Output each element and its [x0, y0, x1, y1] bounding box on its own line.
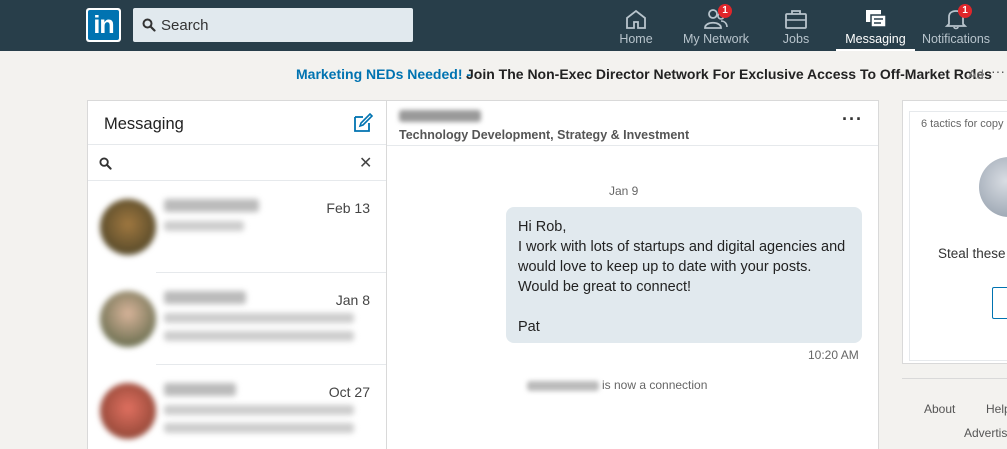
blurred-contact-name[interactable]: [399, 110, 481, 122]
home-icon: [626, 9, 646, 29]
briefcase-icon: [785, 10, 807, 29]
top-nav-bar: in Search Home 1 My Network Jobs Messagi…: [0, 0, 1007, 51]
conversation-item[interactable]: Feb 13: [88, 181, 386, 273]
conversation-item[interactable]: Oct 27: [88, 365, 386, 449]
conversation-date: Jan 8: [335, 292, 370, 308]
nav-home[interactable]: Home: [612, 0, 660, 51]
nav-my-network-label: My Network: [683, 32, 749, 46]
conversation-item[interactable]: Jan 8: [88, 273, 386, 365]
linkedin-logo[interactable]: in: [86, 8, 121, 42]
nav-home-label: Home: [619, 32, 653, 46]
message-text: Hi Rob, I work with lots of startups and…: [518, 219, 846, 335]
messaging-header: Messaging: [88, 101, 386, 145]
clear-search-icon[interactable]: ✕: [359, 153, 372, 173]
blurred-preview: [164, 423, 354, 433]
blurred-contact-name: [164, 383, 236, 396]
blurred-preview: [164, 405, 354, 415]
search-placeholder: Search: [161, 17, 209, 34]
footer-about-link[interactable]: About: [924, 402, 955, 416]
connection-notice: is now a connection: [527, 378, 707, 392]
global-search-input[interactable]: Search: [133, 8, 413, 42]
messaging-icon: [865, 10, 887, 28]
footer-advertising-link[interactable]: Advertis: [964, 426, 1007, 440]
ad-link[interactable]: Marketing NEDs Needed! -: [296, 66, 471, 82]
more-options-button[interactable]: ···: [842, 109, 863, 130]
nav-messaging[interactable]: Messaging: [836, 0, 915, 51]
avatar: [100, 199, 156, 255]
compose-icon[interactable]: [352, 113, 374, 133]
ad-card-inner: [909, 111, 1007, 361]
conversation-panel: Technology Development, Strategy & Inves…: [386, 100, 879, 449]
blurred-preview: [164, 331, 354, 341]
nav-jobs-label: Jobs: [782, 32, 810, 46]
ad-banner: Marketing NEDs Needed! - Join The Non-Ex…: [0, 63, 1007, 84]
search-icon: [99, 157, 112, 170]
logo-text: in: [88, 10, 119, 40]
message-date: Jan 9: [609, 184, 639, 198]
right-rail-ad-card: 6 tactics for copy Steal these: [902, 100, 1007, 364]
blurred-contact-name: [527, 380, 599, 391]
avatar: [100, 291, 156, 347]
avatar: [100, 383, 156, 439]
conversation-date: Oct 27: [328, 384, 370, 400]
footer-help-link[interactable]: Help: [986, 402, 1007, 416]
messaging-list-panel: Messaging ✕ Feb 13 Jan 8 Oct 27: [87, 100, 387, 449]
blurred-contact-name: [164, 199, 259, 212]
conversation-header: Technology Development, Strategy & Inves…: [387, 101, 878, 146]
ad-card-headline: 6 tactics for copy: [921, 118, 1004, 130]
ad-card-button[interactable]: [992, 287, 1007, 319]
blurred-preview: [164, 221, 244, 231]
nav-notifications-label: Notifications: [921, 32, 991, 46]
nav-my-network[interactable]: 1 My Network: [678, 0, 754, 51]
message-bubble: Hi Rob, I work with lots of startups and…: [506, 207, 862, 343]
ad-more-options[interactable]: ···: [991, 63, 1005, 79]
nav-jobs[interactable]: Jobs: [772, 0, 820, 51]
messaging-title: Messaging: [104, 115, 184, 133]
messaging-search-input[interactable]: ✕: [88, 145, 386, 181]
rail-divider: [902, 378, 1007, 379]
contact-headline: Technology Development, Strategy & Inves…: [399, 128, 690, 142]
nav-notifications[interactable]: 1 Notifications: [918, 0, 994, 51]
message-time: 10:20 AM: [808, 348, 859, 362]
blurred-preview: [164, 313, 354, 323]
notifications-badge: 1: [958, 4, 972, 18]
conversation-date: Feb 13: [326, 200, 370, 216]
ad-text[interactable]: Join The Non-Exec Director Network For E…: [466, 66, 992, 82]
ad-tag: Ad: [968, 67, 984, 82]
network-badge: 1: [718, 4, 732, 18]
ad-card-text: Steal these: [938, 246, 1006, 261]
nav-messaging-label: Messaging: [845, 32, 906, 46]
connection-text: is now a connection: [602, 378, 708, 392]
blurred-contact-name: [164, 291, 246, 304]
search-icon: [142, 18, 156, 32]
